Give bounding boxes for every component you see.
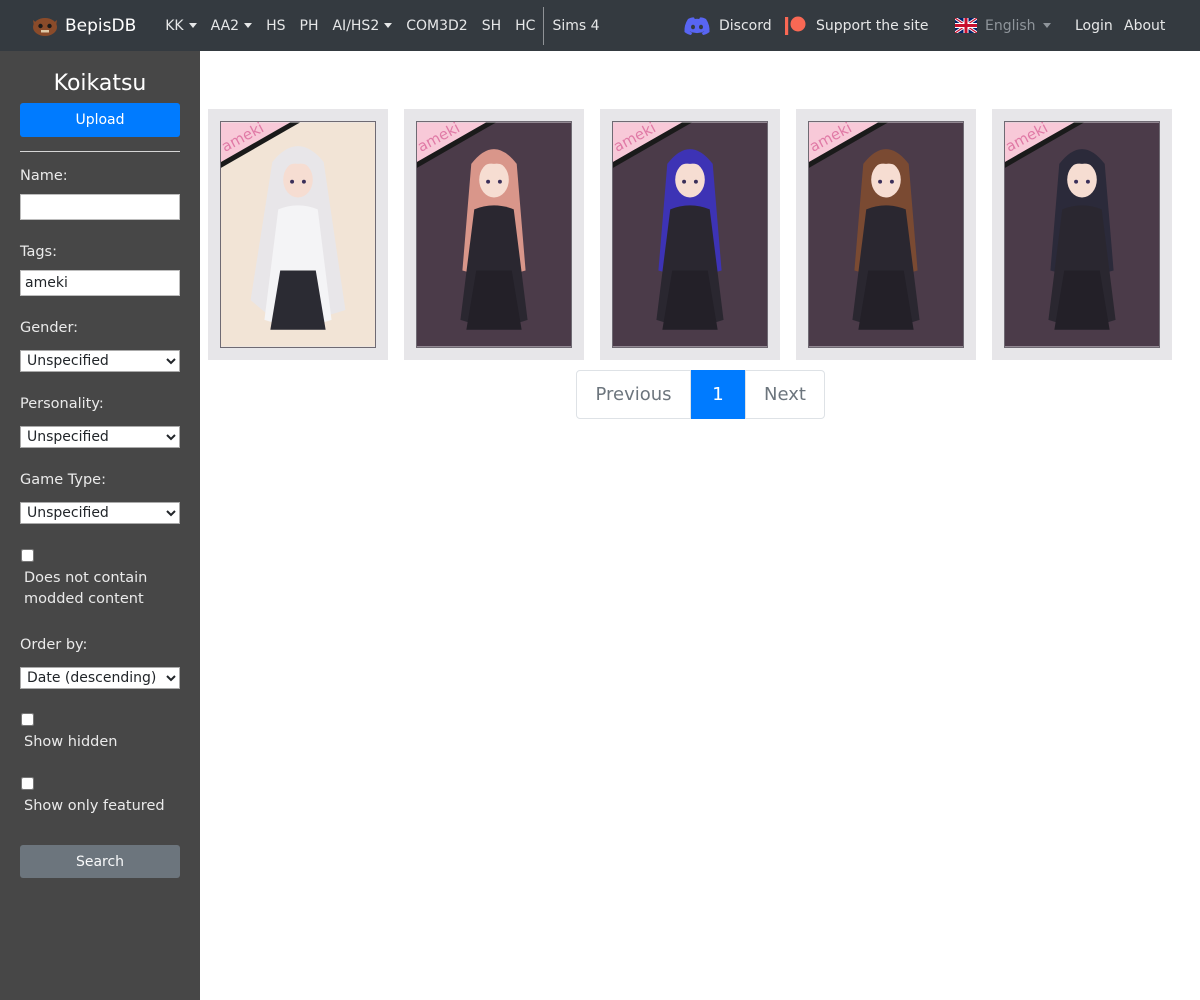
show-hidden-label: Show hidden xyxy=(24,734,118,750)
brand-name: BepisDB xyxy=(65,15,137,36)
caret-down-icon xyxy=(188,23,197,28)
search-sidebar: Koikatsu Upload Name: Tags: Gender: Unsp… xyxy=(0,51,200,1000)
login-link[interactable]: Login xyxy=(1068,0,1120,51)
character-illustration-icon: ameki xyxy=(417,122,571,347)
card-thumbnail: ameki xyxy=(220,121,376,348)
nav-item-hc[interactable]: HC xyxy=(508,0,542,51)
caret-down-icon xyxy=(384,23,393,28)
caret-down-icon xyxy=(244,23,253,28)
show-featured-checkbox[interactable] xyxy=(21,777,34,790)
order-select[interactable]: Date (descending) xyxy=(20,667,180,689)
nav-item-com3d2[interactable]: COM3D2 xyxy=(399,0,474,51)
previous-page-button[interactable]: Previous xyxy=(576,370,691,419)
no-mod-checkbox[interactable] xyxy=(21,549,34,562)
about-link[interactable]: About xyxy=(1117,0,1172,51)
character-illustration-icon: ameki xyxy=(613,122,767,347)
nav-item-kk[interactable]: KK xyxy=(158,0,203,51)
language-label: English xyxy=(985,17,1036,34)
personality-select[interactable]: Unspecified xyxy=(20,426,180,448)
character-card[interactable]: ameki xyxy=(992,109,1172,360)
tags-filter: Tags: xyxy=(20,244,180,296)
nav-item-sh[interactable]: SH xyxy=(475,0,508,51)
character-illustration-icon: ameki xyxy=(221,122,375,347)
order-filter: Order by: Date (descending) xyxy=(20,637,180,689)
character-card[interactable]: ameki xyxy=(600,109,780,360)
character-card[interactable]: ameki xyxy=(208,109,388,360)
gender-filter: Gender: Unspecified xyxy=(20,320,180,372)
name-filter: Name: xyxy=(20,168,180,220)
page-1-button[interactable]: 1 xyxy=(691,370,745,419)
uk-flag-icon xyxy=(955,18,977,33)
pagination: Previous 1 Next xyxy=(576,370,825,419)
login-label: Login xyxy=(1075,17,1113,34)
no-mod-label: Does not contain modded content xyxy=(24,570,148,607)
no-mod-filter: Does not contain modded content xyxy=(20,549,180,610)
caret-down-icon xyxy=(1042,23,1051,28)
patreon-icon xyxy=(785,16,806,35)
character-illustration-icon: ameki xyxy=(809,122,963,347)
discord-link[interactable]: Discord xyxy=(676,0,779,51)
game-type-label: Game Type: xyxy=(20,472,106,488)
upload-button[interactable]: Upload xyxy=(20,103,180,137)
game-type-filter: Game Type: Unspecified xyxy=(20,472,180,524)
card-thumbnail: ameki xyxy=(808,121,964,348)
tags-input[interactable] xyxy=(20,270,180,296)
nav-aa2-label: AA2 xyxy=(210,17,240,34)
nav-hc-label: HC xyxy=(515,17,536,34)
sidebar-divider xyxy=(20,151,180,152)
nav-ai-hs2-label: AI/HS2 xyxy=(332,17,380,34)
nav-ph-label: PH xyxy=(299,17,319,34)
personality-filter: Personality: Unspecified xyxy=(20,396,180,448)
support-link[interactable]: Support the site xyxy=(776,0,936,51)
card-thumbnail: ameki xyxy=(1004,121,1160,348)
gender-select[interactable]: Unspecified xyxy=(20,350,180,372)
character-card[interactable]: ameki xyxy=(404,109,584,360)
nav-item-sims4[interactable]: Sims 4 xyxy=(545,0,606,51)
name-label: Name: xyxy=(20,168,68,184)
support-label: Support the site xyxy=(816,17,929,34)
personality-label: Personality: xyxy=(20,396,104,412)
card-thumbnail: ameki xyxy=(416,121,572,348)
show-hidden-filter: Show hidden xyxy=(20,713,180,753)
name-input[interactable] xyxy=(20,194,180,220)
nav-hs-label: HS xyxy=(266,17,286,34)
nav-item-ai-hs2[interactable]: AI/HS2 xyxy=(325,0,399,51)
nav-com3d2-label: COM3D2 xyxy=(406,17,468,34)
nav-item-ph[interactable]: PH xyxy=(293,0,326,51)
show-featured-filter: Show only featured xyxy=(20,777,180,817)
tags-label: Tags: xyxy=(20,244,57,260)
nav-sh-label: SH xyxy=(481,17,502,34)
next-page-button[interactable]: Next xyxy=(745,370,825,419)
nav-kk-label: KK xyxy=(165,17,184,34)
bepis-logo-icon xyxy=(33,17,57,36)
nav-item-aa2[interactable]: AA2 xyxy=(204,0,259,51)
order-label: Order by: xyxy=(20,637,88,653)
show-hidden-checkbox[interactable] xyxy=(21,713,34,726)
character-illustration-icon: ameki xyxy=(1005,122,1159,347)
nav-item-hs[interactable]: HS xyxy=(259,0,292,51)
character-card[interactable]: ameki xyxy=(796,109,976,360)
card-thumbnail: ameki xyxy=(612,121,768,348)
discord-label: Discord xyxy=(719,17,772,34)
about-label: About xyxy=(1124,17,1166,34)
nav-sims4-label: Sims 4 xyxy=(552,17,600,34)
game-type-select[interactable]: Unspecified xyxy=(20,502,180,524)
nav-divider xyxy=(543,6,545,45)
search-button[interactable]: Search xyxy=(20,845,180,878)
show-featured-label: Show only featured xyxy=(24,798,165,814)
gender-label: Gender: xyxy=(20,320,79,336)
brand-link[interactable]: BepisDB xyxy=(0,0,136,51)
language-dropdown[interactable]: English xyxy=(948,0,1058,51)
sidebar-title: Koikatsu xyxy=(53,71,147,96)
top-navbar: BepisDB KK AA2 HS PH AI/HS2 COM3D2 SH HC… xyxy=(0,0,1200,51)
discord-icon xyxy=(684,16,710,35)
